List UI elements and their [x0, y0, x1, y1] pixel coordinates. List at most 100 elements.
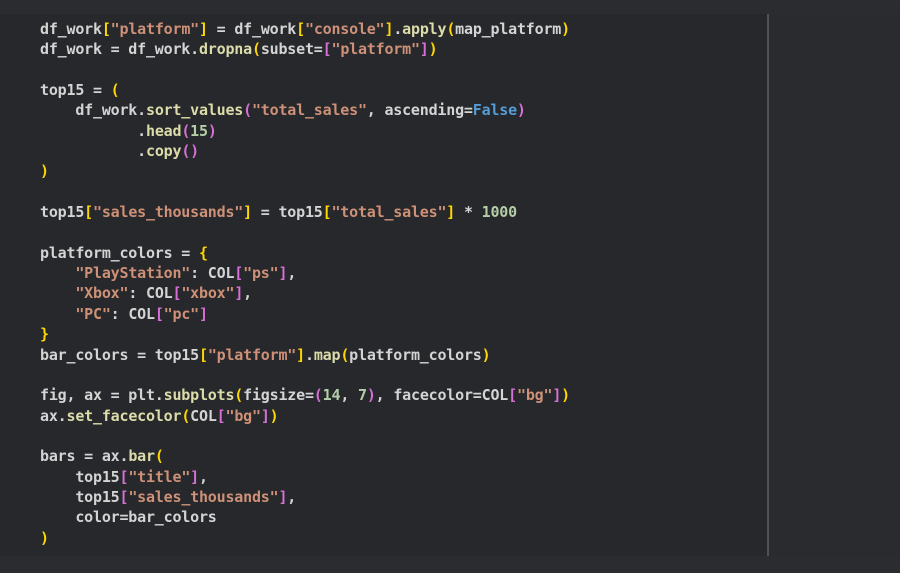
code-token-bracket-level-1: [: [101, 20, 111, 38]
code-token-bracket-level-1: (: [154, 447, 164, 466]
code-token-bracket-level-1: [: [198, 345, 208, 364]
bottom-strip: [0, 556, 900, 573]
code-token-default-text: , facecolor=COL: [375, 386, 509, 405]
code-token-bracket-level-1: ]: [384, 20, 394, 38]
code-line: .head(15): [40, 121, 570, 141]
code-token-default-text: .: [40, 121, 146, 140]
code-token-bracket-level-2: ]: [419, 40, 429, 59]
code-token-bracket-level-1: ): [428, 40, 438, 59]
code-token-string: "console": [304, 20, 385, 38]
code-token-string: "platform": [110, 20, 200, 38]
code-token-bracket-level-1: ): [40, 162, 49, 181]
code-token-bracket-level-1: (: [110, 81, 120, 100]
code-token-default-text: platform_colors =: [40, 243, 199, 262]
code-line: platform_colors = {: [40, 243, 570, 263]
code-line: df_work["platform"] = df_work["console"]…: [40, 19, 570, 39]
code-line: "PC": COL["pc"]: [40, 304, 570, 324]
code-token-string: "platform": [207, 345, 297, 364]
code-area[interactable]: df_work["platform"] = df_work["console"]…: [40, 19, 570, 548]
code-token-bracket-level-1: ): [481, 345, 491, 364]
code-token-default-text: df_work.: [40, 101, 146, 120]
code-token-string: "ps": [243, 264, 279, 283]
code-token-function: head: [145, 121, 182, 140]
code-token-bracket-level-2: ): [366, 386, 376, 405]
code-token-bracket-level-1: [: [84, 203, 93, 222]
code-line: "PlayStation": COL["ps"],: [40, 263, 570, 283]
code-token-bracket-level-2: [: [216, 406, 226, 425]
code-token-bracket-level-1: }: [40, 325, 49, 344]
code-token-string: "sales_thousands": [93, 203, 244, 222]
code-token-string: "total_sales": [331, 203, 447, 222]
code-token-default-text: fig, ax = plt.: [40, 386, 164, 405]
code-token-bracket-level-2: [: [119, 467, 129, 486]
code-token-number: 7: [357, 386, 367, 405]
code-line: bar_colors = top15["platform"].map(platf…: [40, 345, 570, 365]
code-token-bracket-level-2: ): [516, 101, 526, 120]
code-line: top15["title"],: [40, 467, 570, 487]
code-token-bracket-level-2: [: [508, 386, 517, 405]
code-token-default-text: subset=: [260, 40, 323, 59]
code-token-default-text: : COL: [128, 284, 173, 303]
code-token-keyword-constant: False: [472, 101, 517, 120]
code-token-default-text: *: [455, 203, 482, 222]
code-token-bracket-level-1: (: [251, 40, 261, 59]
code-token-bracket-level-2: [: [119, 487, 129, 506]
code-token-string: "title": [128, 467, 191, 486]
code-token-default-text: top15: [40, 203, 85, 222]
code-line: top15["sales_thousands"],: [40, 487, 570, 507]
code-token-default-text: map_platform: [455, 20, 562, 38]
code-token-default-text: : COL: [110, 304, 155, 323]
code-token-default-text: , ascending=: [366, 101, 473, 120]
code-token-string: "sales_thousands": [128, 487, 279, 506]
code-token-default-text: ,: [340, 386, 358, 405]
code-token-function: set_facecolor: [66, 406, 182, 425]
code-token-default-text: bar_colors = top15: [40, 345, 199, 364]
code-line: "Xbox": COL["xbox"],: [40, 283, 570, 303]
right-pane: [769, 14, 900, 556]
code-token-default-text: top15: [40, 467, 120, 486]
code-token-bracket-level-2: (: [313, 386, 323, 405]
code-editor-window: df_work["platform"] = df_work["console"]…: [0, 0, 900, 573]
code-token-bracket-level-1: ]: [446, 203, 456, 222]
top-strip: [0, 0, 900, 14]
code-token-default-text: color=bar_colors: [40, 508, 217, 527]
code-token-bracket-level-2: ): [207, 121, 217, 140]
code-line: ): [40, 528, 570, 548]
code-token-function: apply: [402, 20, 447, 38]
code-token-function: subplots: [163, 386, 235, 405]
code-token-bracket-level-1: ): [561, 386, 570, 405]
code-token-bracket-level-1: (: [340, 345, 350, 364]
code-token-bracket-level-2: (: [181, 121, 191, 140]
code-line: df_work = df_work.dropna(subset=["platfo…: [40, 39, 570, 59]
code-token-string: "bg": [225, 406, 262, 425]
code-token-bracket-level-2: ): [190, 142, 199, 161]
code-token-default-text: = df_work: [207, 20, 297, 38]
code-token-default-text: COL: [190, 406, 217, 425]
code-token-default-text: ,: [243, 284, 253, 303]
code-token-bracket-level-1: ]: [198, 20, 208, 38]
code-token-bracket-level-2: [: [154, 304, 164, 323]
code-token-default-text: bars = ax.: [40, 447, 129, 466]
code-token-default-text: ,: [287, 487, 297, 506]
code-token-default-text: platform_colors: [349, 345, 482, 364]
code-token-default-text: .: [304, 345, 314, 364]
code-line: color=bar_colors: [40, 507, 570, 527]
code-token-default-text: [40, 305, 75, 323]
code-line: ax.set_facecolor(COL["bg"]): [40, 406, 570, 426]
code-token-bracket-level-2: ]: [278, 264, 288, 283]
code-line: }: [40, 324, 570, 344]
code-token-string: "Xbox": [75, 284, 129, 303]
code-token-function: map: [313, 345, 341, 364]
code-token-bracket-level-2: ]: [234, 284, 244, 303]
code-token-function: dropna: [198, 40, 252, 59]
code-token-string: "pc": [163, 304, 200, 323]
code-line: top15 = (: [40, 80, 570, 100]
code-token-default-text: [40, 264, 75, 282]
code-token-default-text: : COL: [190, 264, 235, 283]
code-token-string: "PlayStation": [75, 264, 191, 283]
